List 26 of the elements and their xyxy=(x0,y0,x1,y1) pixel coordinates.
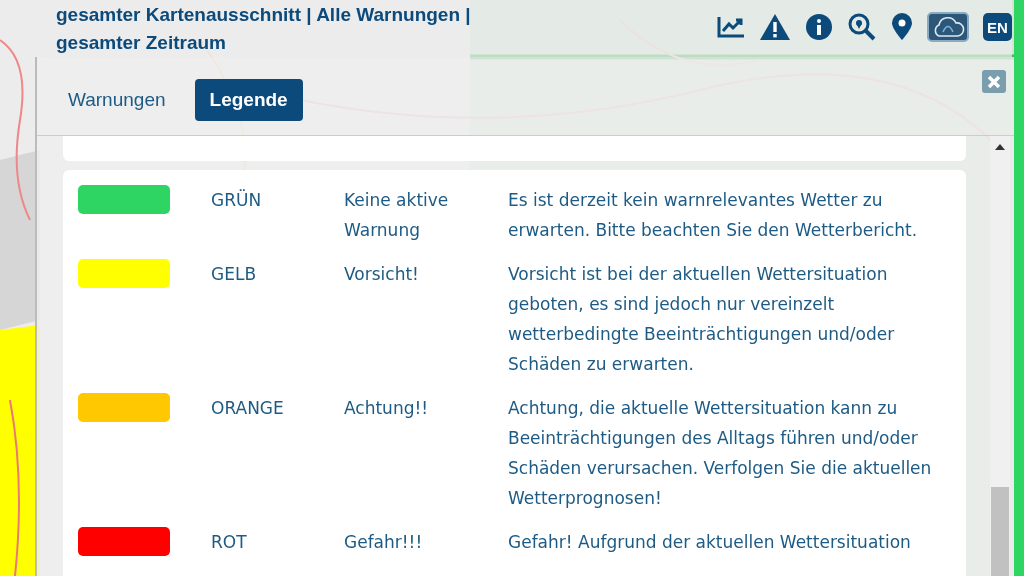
level-label: Gefahr!!! xyxy=(344,531,424,554)
level-description: Es ist derzeit kein warnrelevantes Wetter zu erwarten. Bitte beachten Sie den Wetterbericht. xyxy=(508,189,919,242)
scroll-up-icon[interactable] xyxy=(995,144,1005,150)
level-label: Vorsicht! xyxy=(344,263,420,286)
level-description: Gefahr! Aufgrund der aktuellen Wettersituation xyxy=(508,531,912,554)
cloud-button[interactable] xyxy=(927,12,969,42)
scroll-thumb[interactable] xyxy=(991,487,1009,576)
close-icon xyxy=(987,74,1001,89)
tab[interactable]: Warnungen xyxy=(53,79,181,121)
level-name: GELB xyxy=(211,263,258,286)
language-button[interactable]: EN xyxy=(983,13,1012,41)
warning-button[interactable] xyxy=(759,12,791,42)
close-button[interactable] xyxy=(982,70,1006,93)
level-description: Achtung, die aktuelle Wettersituation kann zu Beeinträchtigungen des Alltags führen und/oder Schäden verursachen. Verfolgen Sie die aktuellen Wetterprognosen! xyxy=(508,397,933,510)
map-view-title: gesamter Kartenausschnitt | Alle Warnungen | gesamter Zeitraum xyxy=(55,3,472,55)
level-name: GRÜN xyxy=(211,188,263,212)
level-name: ROT xyxy=(211,531,248,554)
level-label: Keine aktive Warnung xyxy=(344,189,450,242)
level-description: Vorsicht ist bei der aktuellen Wettersituation geboten, es sind jedoch nur vereinzelt wetterbedingte Beeinträchtigungen und/oder Schäden zu erwarten. xyxy=(508,263,896,376)
level-label: Achtung!! xyxy=(344,397,430,420)
location-button[interactable] xyxy=(891,12,913,42)
info-button[interactable] xyxy=(805,12,833,42)
scrollbar[interactable] xyxy=(990,136,1010,576)
level-name: ORANGE xyxy=(211,397,285,420)
tab[interactable]: Legende xyxy=(194,79,303,121)
search-button[interactable] xyxy=(847,12,877,42)
